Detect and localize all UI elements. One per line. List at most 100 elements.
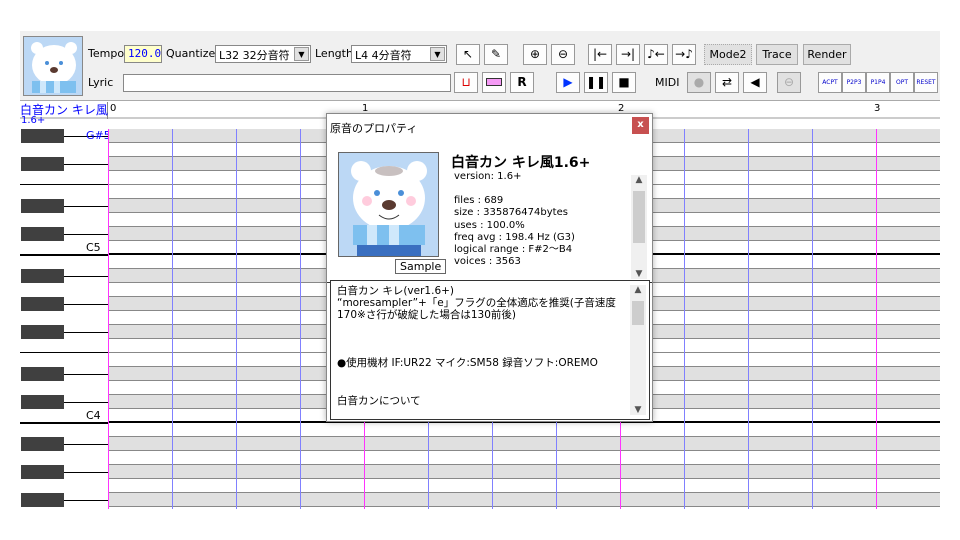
note-row[interactable] [108,423,940,437]
readme-text: 白音カン キレ(ver1.6+) “moresampler”+「e」フラグの全体… [337,285,622,407]
quantize-label: Quantize [166,47,216,60]
black-key[interactable] [21,129,64,143]
black-key[interactable] [21,269,64,283]
voicebank-portrait [338,152,439,257]
readme-line: 白音カンについて [337,395,421,407]
pause-button[interactable]: ❚❚ [584,72,608,93]
go-end-button[interactable]: →| [616,44,640,65]
info-version: version: 1.6+ [454,171,522,182]
piano-keyboard[interactable] [20,129,108,509]
chevron-down-icon[interactable]: ▼ [631,269,647,279]
tempo-label: Tempo [88,47,125,60]
insert-note-button[interactable] [482,72,506,93]
insert-rest-button[interactable]: ⊔ [454,72,478,93]
trace-button[interactable]: Trace [756,44,798,65]
readme-line: ●使用機材 IF:UR22 マイク:SM58 録音ソフト:OREMO [337,357,598,369]
chevron-down-icon: ▼ [430,47,445,61]
dialog-title: 原音のプロパティ [330,122,418,135]
flag-p2p3-button[interactable]: P2P3 [842,72,866,93]
black-key[interactable] [21,493,64,507]
beat-line [812,129,813,509]
black-key[interactable] [21,465,64,479]
flag-opt-button[interactable]: OPT [890,72,914,93]
midi-route-button[interactable]: ⇄ [715,72,739,93]
length-label: Length [315,47,353,60]
black-key[interactable] [21,227,64,241]
black-key[interactable] [21,437,64,451]
note-icon [486,78,502,86]
readme-textbox[interactable]: 白音カン キレ(ver1.6+) “moresampler”+「e」フラグの全体… [330,280,650,420]
black-key[interactable] [21,199,64,213]
scrollbar-thumb[interactable] [632,301,644,325]
readme-line: 白音カン キレ(ver1.6+) [337,285,455,297]
black-key[interactable] [21,297,64,311]
sample-button[interactable]: Sample [395,259,447,274]
pencil-tool-button[interactable]: ✎ [484,44,508,65]
note-row[interactable] [108,451,940,465]
zoom-in-button[interactable]: ⊕ [523,44,547,65]
lyric-input[interactable] [123,74,451,92]
note-row[interactable] [108,507,940,509]
note-row[interactable] [108,465,940,479]
measure-3: 3 [874,103,881,114]
chevron-down-icon[interactable]: ▼ [630,405,646,415]
beat-line [236,129,237,509]
lyric-label: Lyric [88,76,114,89]
length-select[interactable]: L4 4分音符 ▼ [351,45,447,63]
flag-acpt-button[interactable]: ACPT [818,72,842,93]
info-scrollbar[interactable]: ▲ ▼ [631,175,647,279]
render-button[interactable]: Render [803,44,851,65]
voicebank-avatar[interactable] [23,36,83,96]
stop-button[interactable]: ■ [612,72,636,93]
zoom-out-button[interactable]: ⊖ [551,44,575,65]
measure-0: 0 [110,103,117,114]
beat-line [300,129,301,509]
beat-line [172,129,173,509]
quantize-select[interactable]: L32 32分音符 ▼ [215,45,311,63]
scrollbar-thumb[interactable] [633,191,645,243]
measure-line [876,129,877,509]
note-extend-button[interactable]: →♪ [672,44,696,65]
flag-p1p4-button[interactable]: P1P4 [866,72,890,93]
go-start-button[interactable]: |← [588,44,612,65]
beat-line [748,129,749,509]
info-size: size : 335876474bytes [454,207,568,219]
readme-line: “moresampler”+「e」フラグの全体適応を推奨(子音速度170※さ行が… [337,297,616,321]
measure-line [108,129,109,509]
info-uses: uses : 100.0% [454,219,525,231]
close-button[interactable]: x [632,117,649,134]
insert-r-button[interactable]: R [510,72,534,93]
play-button[interactable]: ▶ [556,72,580,93]
tempo-input[interactable]: 120.0 [124,45,162,63]
note-row[interactable] [108,437,940,451]
record-button[interactable]: ● [687,72,711,93]
voicebank-name: 白音カン キレ風1.6+ [451,155,591,171]
black-key[interactable] [21,395,64,409]
chevron-up-icon[interactable]: ▲ [631,175,647,185]
black-key[interactable] [21,367,64,381]
midi-label: MIDI [655,76,680,89]
beat-line [684,129,685,509]
speaker-button[interactable]: ◀ [743,72,767,93]
black-key[interactable] [21,157,64,171]
info-files: files : 689 [454,195,504,207]
chevron-up-icon[interactable]: ▲ [630,285,646,295]
c4-label: C4 [86,409,101,422]
note-row[interactable] [108,479,940,493]
info-range: logical range : F#2～B4 [454,244,573,256]
note-shrink-button[interactable]: ♪← [644,44,668,65]
info-voices: voices : 3563 [454,256,521,268]
mode2-button[interactable]: Mode2 [704,44,752,65]
chevron-down-icon: ▼ [294,47,309,61]
readme-scrollbar[interactable]: ▲ ▼ [630,285,646,415]
track-version: 1.6+ [21,115,46,126]
link-button[interactable]: ⊖ [777,72,801,93]
info-freq: freq avg : 198.4 Hz (G3) [454,231,575,243]
note-row[interactable] [108,493,940,507]
voicebank-properties-dialog: 原音のプロパティ x Sample 白音カン キレ風1.6+ version: … [326,113,653,422]
pointer-tool-button[interactable]: ↖ [456,44,480,65]
c5-label: C5 [86,241,101,254]
flag-reset-button[interactable]: RESET [914,72,938,93]
black-key[interactable] [21,325,64,339]
voicebank-info: version: 1.6+ files : 689 size : 3358764… [454,171,629,268]
